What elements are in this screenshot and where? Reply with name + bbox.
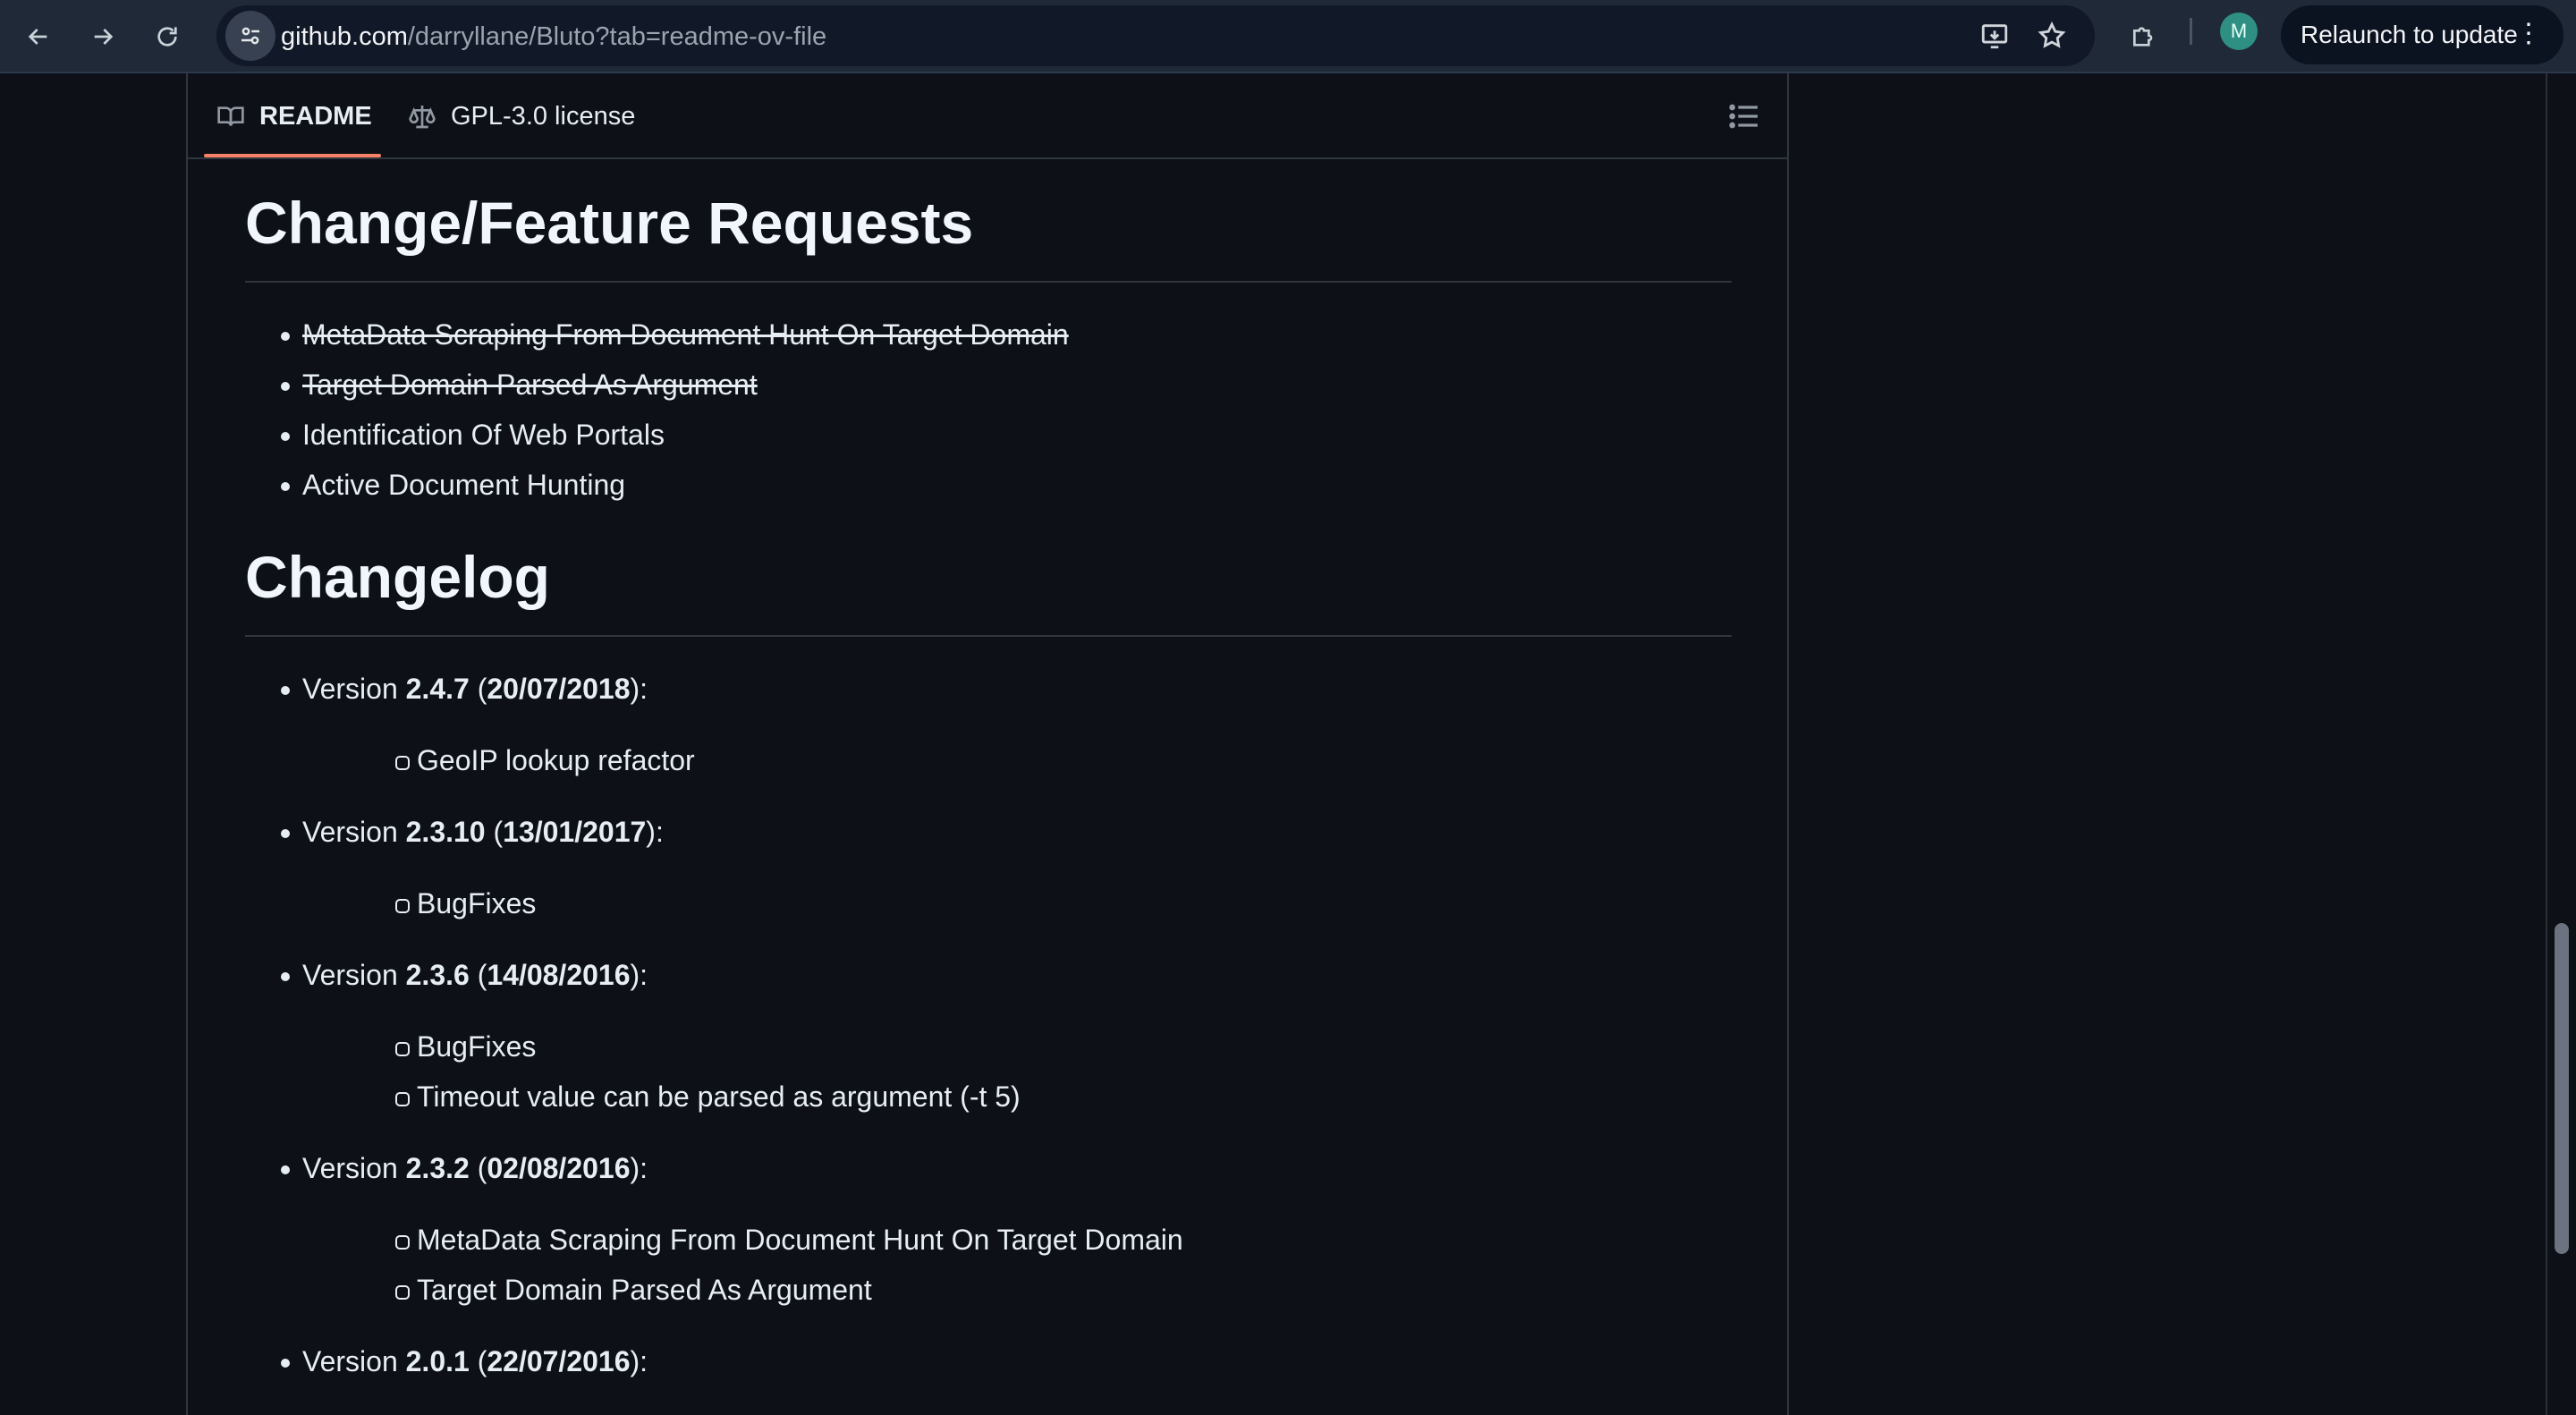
version-date: 14/08/2016 [487,959,631,991]
install-app-button[interactable] [1977,18,2012,54]
list-item: Timeout value can be parsed as argument … [302,1072,1183,1122]
reload-button[interactable] [143,13,191,61]
back-button[interactable] [14,13,63,61]
version-paren-close: ): [630,1345,648,1377]
tab-license[interactable]: GPL-3.0 license [408,73,635,159]
reload-icon [157,27,177,47]
tab-readme-label: README [259,101,372,131]
changelog-subitems: MetaData Scraping From Document Hunt On … [302,1215,1183,1315]
extensions-button[interactable] [2120,13,2168,61]
version-prefix: Version [302,1152,406,1184]
changelog-entry: Version 2.3.10 (13/01/2017): BugFixes [245,807,1183,928]
version-paren-open: ( [469,673,487,705]
tab-readme[interactable]: README [216,73,372,159]
puzzle-icon [2133,27,2153,47]
heading-feature-requests: Change/Feature Requests [245,190,1732,283]
changelog-list: Version 2.4.7 (20/07/2018): GeoIP lookup… [245,664,1183,1386]
version-prefix: Version [302,673,406,705]
version-number: 2.3.2 [405,1152,470,1184]
book-icon [217,106,244,126]
feature-text: Identification Of Web Portals [302,419,665,451]
scale-icon [409,106,436,129]
feature-requests-list: MetaData Scraping From Document Hunt On … [245,309,1069,510]
version-number: 2.0.1 [405,1345,470,1377]
list-item: Identification Of Web Portals [245,410,1069,460]
version-paren-close: ): [630,673,648,705]
version-date: 13/01/2017 [503,816,647,848]
browser-toolbar: github.com/darryllane/Bluto?tab=readme-o… [0,0,2576,73]
changelog-entry: Version 2.0.1 (22/07/2016): [245,1336,1183,1386]
list-item: Target Domain Parsed As Argument [302,1265,1183,1315]
version-prefix: Version [302,1345,406,1377]
star-icon [2038,21,2066,48]
changelog-entry: Version 2.3.6 (14/08/2016): BugFixes Tim… [245,950,1183,1122]
url-path: /darryllane/Bluto?tab=readme-ov-file [407,22,827,51]
changelog-subitems: BugFixes Timeout value can be parsed as … [302,1021,1183,1122]
changelog-entry: Version 2.4.7 (20/07/2018): GeoIP lookup… [245,664,1183,785]
bookmark-button[interactable] [2034,18,2070,54]
site-info-button[interactable] [225,11,275,61]
changelog-subitems: BugFixes [302,878,1183,928]
version-number: 2.3.6 [405,959,470,991]
version-paren-open: ( [469,959,487,991]
readme-tabs: README GPL-3.0 license [188,73,1787,159]
feature-text: MetaData Scraping From Document Hunt On … [302,318,1069,351]
version-paren-open: ( [469,1152,487,1184]
version-paren-close: ): [630,1152,648,1184]
list-item: GeoIP lookup refactor [302,735,1183,785]
version-prefix: Version [302,959,406,991]
scrollbar-thumb[interactable] [2555,923,2569,1254]
relaunch-label: Relaunch to update [2301,21,2518,48]
profile-avatar[interactable]: M [2220,13,2258,50]
list-item: BugFixes [302,1021,1183,1072]
url-text[interactable]: github.com/darryllane/Bluto?tab=readme-o… [281,22,826,52]
version-number: 2.4.7 [405,673,470,705]
tab-license-label: GPL-3.0 license [451,101,636,131]
list-item: Target Domain Parsed As Argument [245,360,1069,410]
changelog-entry: Version 2.3.2 (02/08/2016): MetaData Scr… [245,1143,1183,1315]
version-prefix: Version [302,816,406,848]
list-item: MetaData Scraping From Document Hunt On … [302,1215,1183,1265]
version-paren-open: ( [485,816,504,848]
tune-icon [242,27,259,45]
arrow-left-icon [28,29,47,45]
list-item: MetaData Scraping From Document Hunt On … [245,309,1069,360]
heading-changelog: Changelog [245,544,1732,637]
version-date: 20/07/2018 [487,673,631,705]
list-item: BugFixes [302,878,1183,928]
version-paren-open: ( [469,1345,487,1377]
toolbar-divider [2190,18,2192,45]
forward-button[interactable] [79,13,127,61]
version-paren-close: ): [630,959,648,991]
version-date: 22/07/2016 [487,1345,631,1377]
feature-text: Target Domain Parsed As Argument [302,369,758,401]
arrow-right-icon [94,29,114,45]
url-host: github.com [281,22,408,51]
version-paren-close: ): [646,816,664,848]
version-number: 2.3.10 [405,816,486,848]
readme-panel: README GPL-3.0 license Change/Feature Re… [186,73,1789,1415]
relaunch-button[interactable]: Relaunch to update ⋮ [2281,5,2563,64]
table-of-contents-icon[interactable] [1726,98,1762,134]
more-menu-icon[interactable]: ⋮ [2515,16,2542,52]
page-scrollbar[interactable] [2546,73,2576,1415]
address-bar[interactable]: github.com/darryllane/Bluto?tab=readme-o… [216,5,2095,66]
version-date: 02/08/2016 [487,1152,631,1184]
feature-text: Active Document Hunting [302,469,626,501]
list-item: Active Document Hunting [245,460,1069,510]
changelog-subitems: GeoIP lookup refactor [302,735,1183,785]
install-icon [1981,24,2008,49]
active-tab-indicator [204,154,381,157]
